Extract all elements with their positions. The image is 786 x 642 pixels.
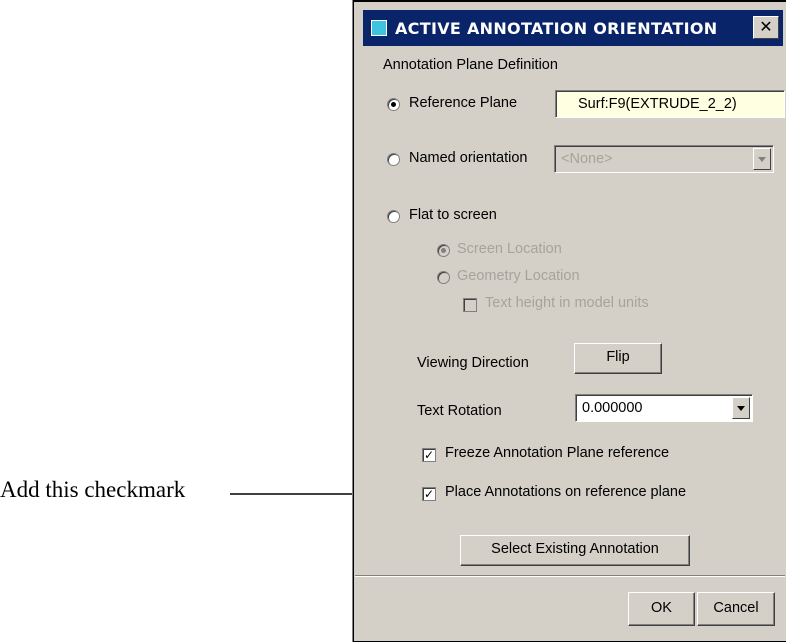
named-orientation-radio[interactable] bbox=[387, 153, 400, 166]
named-orientation-value: <None> bbox=[561, 151, 613, 167]
app-icon bbox=[371, 20, 387, 36]
reference-plane-field[interactable]: Surf:F9(EXTRUDE_2_2) bbox=[555, 90, 785, 118]
text-rotation-value: 0.000000 bbox=[582, 400, 643, 416]
place-on-reference-label: Place Annotations on reference plane bbox=[445, 484, 687, 500]
screen-location-label: Screen Location bbox=[457, 241, 562, 257]
named-orientation-select[interactable]: <None> bbox=[554, 145, 774, 173]
text-rotation-select[interactable]: 0.000000 bbox=[575, 394, 753, 422]
screen-location-radio[interactable] bbox=[437, 244, 450, 257]
flat-to-screen-radio[interactable] bbox=[387, 210, 400, 223]
annotation-orientation-dialog: ACTIVE ANNOTATION ORIENTATION ✕ Annotati… bbox=[352, 0, 786, 642]
flip-button[interactable]: Flip bbox=[574, 343, 662, 374]
reference-plane-label: Reference Plane bbox=[409, 95, 518, 111]
freeze-reference-checkbox[interactable]: ✓ bbox=[422, 448, 436, 462]
chevron-down-icon bbox=[732, 397, 750, 419]
dialog-title: ACTIVE ANNOTATION ORIENTATION bbox=[395, 19, 718, 38]
cancel-button[interactable]: Cancel bbox=[697, 592, 775, 626]
section-label: Annotation Plane Definition bbox=[383, 57, 558, 73]
text-height-checkbox[interactable] bbox=[463, 298, 477, 312]
freeze-reference-label: Freeze Annotation Plane reference bbox=[445, 445, 670, 461]
dialog-title-bar[interactable]: ACTIVE ANNOTATION ORIENTATION ✕ bbox=[363, 10, 783, 46]
chevron-down-icon bbox=[753, 148, 771, 170]
close-button[interactable]: ✕ bbox=[753, 16, 779, 39]
text-rotation-label: Text Rotation bbox=[417, 403, 502, 419]
geometry-location-radio[interactable] bbox=[437, 271, 450, 284]
named-orientation-label: Named orientation bbox=[409, 150, 528, 166]
viewing-direction-label: Viewing Direction bbox=[417, 355, 529, 371]
geometry-location-label: Geometry Location bbox=[457, 268, 580, 284]
text-height-label: Text height in model units bbox=[485, 295, 649, 311]
place-on-reference-checkbox[interactable]: ✓ bbox=[422, 487, 436, 501]
reference-plane-radio[interactable] bbox=[387, 98, 400, 111]
flat-to-screen-label: Flat to screen bbox=[409, 207, 497, 223]
select-existing-annotation-button[interactable]: Select Existing Annotation bbox=[460, 535, 690, 566]
ok-button[interactable]: OK bbox=[628, 592, 695, 626]
divider bbox=[355, 575, 785, 577]
close-icon: ✕ bbox=[759, 19, 773, 36]
